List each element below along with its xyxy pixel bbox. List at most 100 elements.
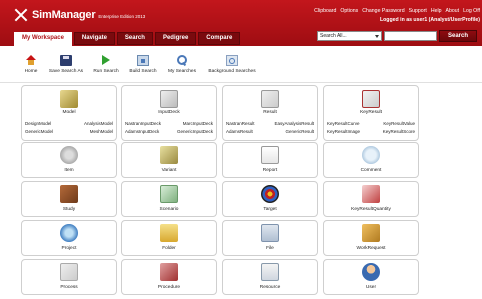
card-project[interactable]: Project [21, 220, 117, 256]
card-sublink[interactable]: KeyResultImage [327, 129, 360, 134]
resource-icon [261, 263, 279, 281]
card-sublink[interactable]: MarcInputDeck [183, 121, 213, 126]
app-header: SimManager Enterprise Edition 2013 Clipb… [0, 0, 482, 46]
toolbar-divider [0, 82, 482, 83]
my-searches-button[interactable]: My Searches [164, 55, 200, 74]
home-button[interactable]: Home [18, 55, 44, 74]
link-clipboard[interactable]: Clipboard [314, 8, 336, 14]
card-keyresult[interactable]: KeyResult KeyResultCurve KeyResultValue Key… [323, 85, 419, 141]
card-scenario[interactable]: Scenario [121, 181, 217, 217]
card-result[interactable]: Result NastranResult EasyAnalysisResult Ada… [222, 85, 318, 141]
procedure-icon [160, 263, 178, 281]
card-sublink[interactable]: NastranInputDeck [125, 121, 161, 126]
card-sublink[interactable]: MeshModel [90, 129, 113, 134]
card-sublink[interactable]: AnalysisModel [84, 121, 113, 126]
app-logo[interactable]: SimManager Enterprise Edition 2013 [14, 7, 145, 23]
keyresultquantity-icon [362, 185, 380, 203]
card-title: User [365, 285, 377, 290]
card-title: KeyResult [360, 110, 382, 115]
target-icon [261, 185, 279, 203]
card-sublink[interactable]: DesignModel [25, 121, 51, 126]
build-search-label: Build Search [129, 69, 157, 74]
build-search-icon [137, 55, 149, 66]
search-scope-select[interactable]: Search All... [317, 31, 382, 41]
link-help[interactable]: Help [431, 8, 442, 14]
card-title: KeyResultQuantity [351, 207, 391, 212]
card-sublink[interactable]: AdamsResult [226, 129, 253, 134]
app-edition: Enterprise Edition 2013 [98, 14, 146, 19]
card-item[interactable]: Item [21, 142, 117, 178]
card-resource[interactable]: Resource [222, 259, 318, 295]
model-icon [60, 90, 78, 108]
tab-search[interactable]: Search [116, 32, 153, 45]
card-sublink[interactable]: KeyResultScore [383, 129, 415, 134]
search-button[interactable]: Search [439, 30, 477, 42]
background-searches-label: Background Searches [208, 69, 256, 74]
home-label: Home [24, 69, 38, 74]
run-search-button[interactable]: Run Search [90, 55, 122, 74]
card-user[interactable]: User [323, 259, 419, 295]
link-options[interactable]: Options [340, 8, 358, 14]
folder-icon [160, 224, 178, 242]
card-title: Target [263, 207, 277, 212]
card-sublink[interactable]: NastranResult [226, 121, 255, 126]
card-folder[interactable]: Folder [121, 220, 217, 256]
link-about[interactable]: About [446, 8, 460, 14]
card-procedure[interactable]: Procedure [121, 259, 217, 295]
app-name: SimManager [32, 9, 96, 21]
card-title: Scenario [159, 207, 179, 212]
card-sublink[interactable]: GenericInputDeck [177, 129, 213, 134]
user-icon [362, 263, 380, 281]
save-search-as-button[interactable]: Save Search As [45, 55, 87, 74]
card-title: InputDeck [158, 110, 180, 115]
chevron-down-icon [375, 35, 379, 38]
save-icon [60, 55, 72, 66]
link-log-off[interactable]: Log Off [463, 8, 480, 14]
card-report[interactable]: Report [222, 142, 318, 178]
card-sublink[interactable]: GenericModel [25, 129, 53, 134]
card-file[interactable]: File [222, 220, 318, 256]
search-scope-value: Search All... [320, 33, 347, 39]
card-process[interactable]: Process [21, 259, 117, 295]
tab-pedigree[interactable]: Pedigree [154, 32, 197, 45]
card-inputdeck[interactable]: InputDeck NastranInputDeck MarcInputDeck Ad… [121, 85, 217, 141]
card-title: Folder [162, 246, 176, 251]
card-sublink[interactable]: AdamsInputDeck [125, 129, 159, 134]
card-study[interactable]: Study [21, 181, 117, 217]
card-target[interactable]: Target [222, 181, 318, 217]
card-comment[interactable]: Comment [323, 142, 419, 178]
card-workrequest[interactable]: WorkRequest [323, 220, 419, 256]
build-search-button[interactable]: Build Search [126, 55, 160, 74]
my-searches-label: My Searches [168, 69, 196, 74]
search-input[interactable] [384, 31, 437, 41]
card-sublink[interactable]: EasyAnalysisResult [274, 121, 314, 126]
tab-navigate[interactable]: Navigate [73, 32, 115, 45]
background-searches-icon [226, 55, 238, 66]
card-keyresultquantity[interactable]: KeyResultQuantity [323, 181, 419, 217]
link-change-password[interactable]: Change Password [362, 8, 404, 14]
card-title: Process [60, 285, 78, 290]
top-links: Clipboard Options Change Password Suppor… [314, 8, 480, 14]
card-sublink[interactable]: GenericResult [285, 129, 314, 134]
card-title: Resource [259, 285, 281, 290]
card-sublink[interactable]: KeyResultValue [383, 121, 415, 126]
card-title: Study [62, 207, 76, 212]
card-variant[interactable]: Variant [121, 142, 217, 178]
link-support[interactable]: Support [409, 8, 427, 14]
card-title: Report [262, 168, 278, 173]
card-title: Comment [360, 168, 382, 173]
tab-compare[interactable]: Compare [198, 32, 241, 45]
background-searches-button[interactable]: Background Searches [204, 55, 260, 74]
logo-mark-icon [14, 8, 28, 22]
file-icon [261, 224, 279, 242]
tab-my-workspace[interactable]: My Workspace [14, 32, 72, 46]
card-title: Project [61, 246, 77, 251]
scenario-icon [160, 185, 178, 203]
toolbar: Home Save Search As Run Search Build Sea… [0, 52, 482, 82]
my-searches-icon [176, 55, 188, 66]
study-icon [60, 185, 78, 203]
card-model[interactable]: Model DesignModel AnalysisModel GenericMode… [21, 85, 117, 141]
card-title: Procedure [157, 285, 181, 290]
run-icon [100, 55, 112, 66]
card-sublink[interactable]: KeyResultCurve [327, 121, 360, 126]
